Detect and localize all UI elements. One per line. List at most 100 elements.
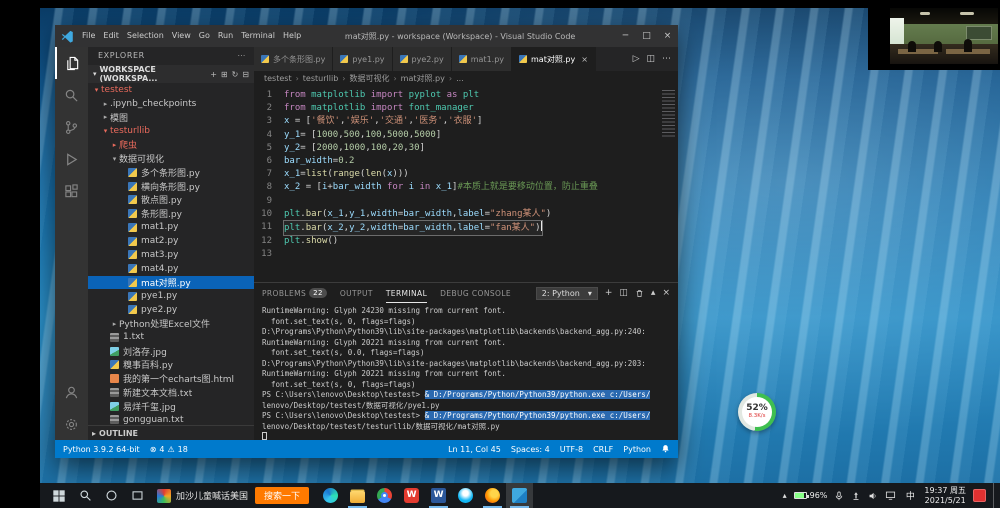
close-panel-icon[interactable]: ×: [662, 288, 670, 298]
python-version[interactable]: Python 3.9.2 64-bit: [63, 445, 140, 454]
search-icon[interactable]: [55, 79, 88, 111]
tree-item[interactable]: mat3.py: [88, 248, 254, 262]
refresh-explorer-icon[interactable]: ↻: [232, 70, 239, 79]
language-mode[interactable]: Python: [623, 445, 651, 454]
tree-item[interactable]: ▾testurllib: [88, 124, 254, 138]
collapse-folders-icon[interactable]: ⊟: [242, 70, 249, 79]
breadcrumb-item[interactable]: mat对照.py: [401, 73, 445, 84]
titlebar[interactable]: FileEditSelectionViewGoRunTerminalHelp m…: [55, 25, 678, 47]
tree-item[interactable]: 我的第一个echarts图.html: [88, 372, 254, 386]
tree-item[interactable]: ▸模图: [88, 111, 254, 125]
maximize-panel-icon[interactable]: ▴: [651, 288, 656, 298]
tree-item[interactable]: 新建文本文档.txt: [88, 386, 254, 400]
split-editor-icon[interactable]: ◫: [646, 54, 655, 64]
taskbar-app-wps[interactable]: [398, 483, 425, 508]
tree-item[interactable]: ▸.ipynb_checkpoints: [88, 97, 254, 111]
tree-item[interactable]: ▸爬虫: [88, 138, 254, 152]
taskbar-app-qq[interactable]: [452, 483, 479, 508]
source-control-icon[interactable]: [55, 111, 88, 143]
task-view-icon[interactable]: [124, 483, 150, 508]
breadcrumb-item[interactable]: 数据可视化: [349, 73, 389, 84]
menu-item-selection[interactable]: Selection: [123, 25, 168, 47]
menu-item-file[interactable]: File: [78, 25, 99, 47]
more-actions-icon[interactable]: ⋯: [662, 54, 671, 64]
clock[interactable]: 19:37 周五 2021/5/21: [924, 486, 966, 505]
tree-item[interactable]: ▾数据可视化: [88, 152, 254, 166]
menu-item-terminal[interactable]: Terminal: [237, 25, 279, 47]
news-widget[interactable]: 加沙儿童喊话美国: [150, 489, 255, 503]
menu-item-help[interactable]: Help: [279, 25, 305, 47]
taskbar-app-vscode[interactable]: [506, 483, 533, 508]
editor-tab[interactable]: pye2.py: [393, 47, 452, 71]
editor-tab[interactable]: mat1.py: [452, 47, 512, 71]
speaker-icon[interactable]: [868, 491, 878, 501]
usb-icon[interactable]: [851, 491, 861, 501]
cursor-position[interactable]: Ln 11, Col 45: [448, 445, 501, 454]
code-line[interactable]: 12plt.show(): [254, 235, 678, 248]
split-terminal-icon[interactable]: ◫: [619, 288, 628, 298]
minimize-button[interactable]: ─: [615, 25, 636, 47]
code-line[interactable]: 9: [254, 195, 678, 208]
code-line[interactable]: 13: [254, 248, 678, 261]
tree-item[interactable]: 糗事百科.py: [88, 358, 254, 372]
run-button[interactable]: ▷: [633, 54, 640, 64]
taskbar-app-file-explorer[interactable]: [344, 483, 371, 508]
workspace-section-header[interactable]: ▾ WORKSPACE (WORKSPA... + ⊞ ↻ ⊟: [88, 65, 254, 83]
tab-close-icon[interactable]: ×: [581, 55, 588, 64]
microphone-icon[interactable]: [834, 491, 844, 501]
settings-gear-icon[interactable]: [55, 408, 88, 440]
panel-tab-output[interactable]: OUTPUT: [340, 283, 373, 303]
tree-item[interactable]: mat2.py: [88, 234, 254, 248]
taskbar-app-word[interactable]: [425, 483, 452, 508]
kill-terminal-icon[interactable]: [635, 289, 644, 298]
tree-item[interactable]: ▸Python处理Excel文件: [88, 317, 254, 331]
tree-item[interactable]: mat对照.py: [88, 276, 254, 290]
panel-tab-debug-console[interactable]: DEBUG CONSOLE: [440, 283, 511, 303]
code-line[interactable]: 8x_2 = [i+bar_width for i in x_1]#本质上就是要…: [254, 181, 678, 194]
editor-tab[interactable]: mat对照.py×: [512, 47, 596, 71]
code-line[interactable]: 6bar_width=0.2: [254, 155, 678, 168]
editor-tab[interactable]: pye1.py: [333, 47, 392, 71]
notifications-bell-icon[interactable]: [661, 444, 670, 455]
run-debug-icon[interactable]: [55, 143, 88, 175]
tree-item[interactable]: ▾testest: [88, 83, 254, 97]
panel-tab-problems[interactable]: PROBLEMS22: [262, 283, 327, 303]
outline-section[interactable]: ▸ OUTLINE: [88, 425, 254, 440]
cortana-icon[interactable]: [98, 483, 124, 508]
taskbar-search-icon[interactable]: [72, 483, 98, 508]
code-line[interactable]: 10plt.bar(x_1,y_1,width=bar_width,label=…: [254, 208, 678, 221]
webcam-feed[interactable]: [890, 8, 998, 64]
tree-item[interactable]: 多个条形图.py: [88, 166, 254, 180]
battery-indicator[interactable]: 96%: [794, 491, 828, 500]
explorer-icon[interactable]: [55, 47, 88, 79]
eol-setting[interactable]: CRLF: [593, 445, 613, 454]
ime-indicator[interactable]: 中: [903, 489, 917, 502]
tree-item[interactable]: 1.txt: [88, 331, 254, 345]
menu-item-run[interactable]: Run: [214, 25, 237, 47]
tree-item[interactable]: pye2.py: [88, 303, 254, 317]
tree-item[interactable]: mat1.py: [88, 221, 254, 235]
code-line[interactable]: 3x = ['餐饮','娱乐','交通','医务','衣服']: [254, 115, 678, 128]
tree-item[interactable]: pye1.py: [88, 289, 254, 303]
new-terminal-icon[interactable]: +: [605, 288, 613, 298]
editor-tab[interactable]: 多个条形图.py: [254, 47, 333, 71]
problems-status[interactable]: ⊗ 4 ⚠ 18: [150, 445, 188, 454]
menu-item-go[interactable]: Go: [195, 25, 214, 47]
tree-item[interactable]: 横向条形图.py: [88, 179, 254, 193]
tree-item[interactable]: mat4.py: [88, 262, 254, 276]
code-line[interactable]: 7x_1=list(range(len(x))): [254, 168, 678, 181]
menu-item-edit[interactable]: Edit: [99, 25, 123, 47]
hidden-icons-chevron-icon[interactable]: ▴: [783, 491, 787, 500]
panel-tab-terminal[interactable]: TERMINAL: [386, 283, 427, 303]
taskbar-app-firefox[interactable]: [479, 483, 506, 508]
code-line[interactable]: 11plt.bar(x_2,y_2,width=bar_width,label=…: [254, 221, 678, 235]
network-icon[interactable]: [885, 490, 896, 501]
close-button[interactable]: ×: [657, 25, 678, 47]
account-icon[interactable]: [55, 376, 88, 408]
start-button[interactable]: [46, 483, 72, 508]
speed-ball-widget[interactable]: 52% 8.3K/s: [738, 393, 776, 431]
encoding-setting[interactable]: UTF-8: [560, 445, 583, 454]
tree-item[interactable]: 条形图.py: [88, 207, 254, 221]
indentation-setting[interactable]: Spaces: 4: [511, 445, 550, 454]
extensions-icon[interactable]: [55, 175, 88, 207]
